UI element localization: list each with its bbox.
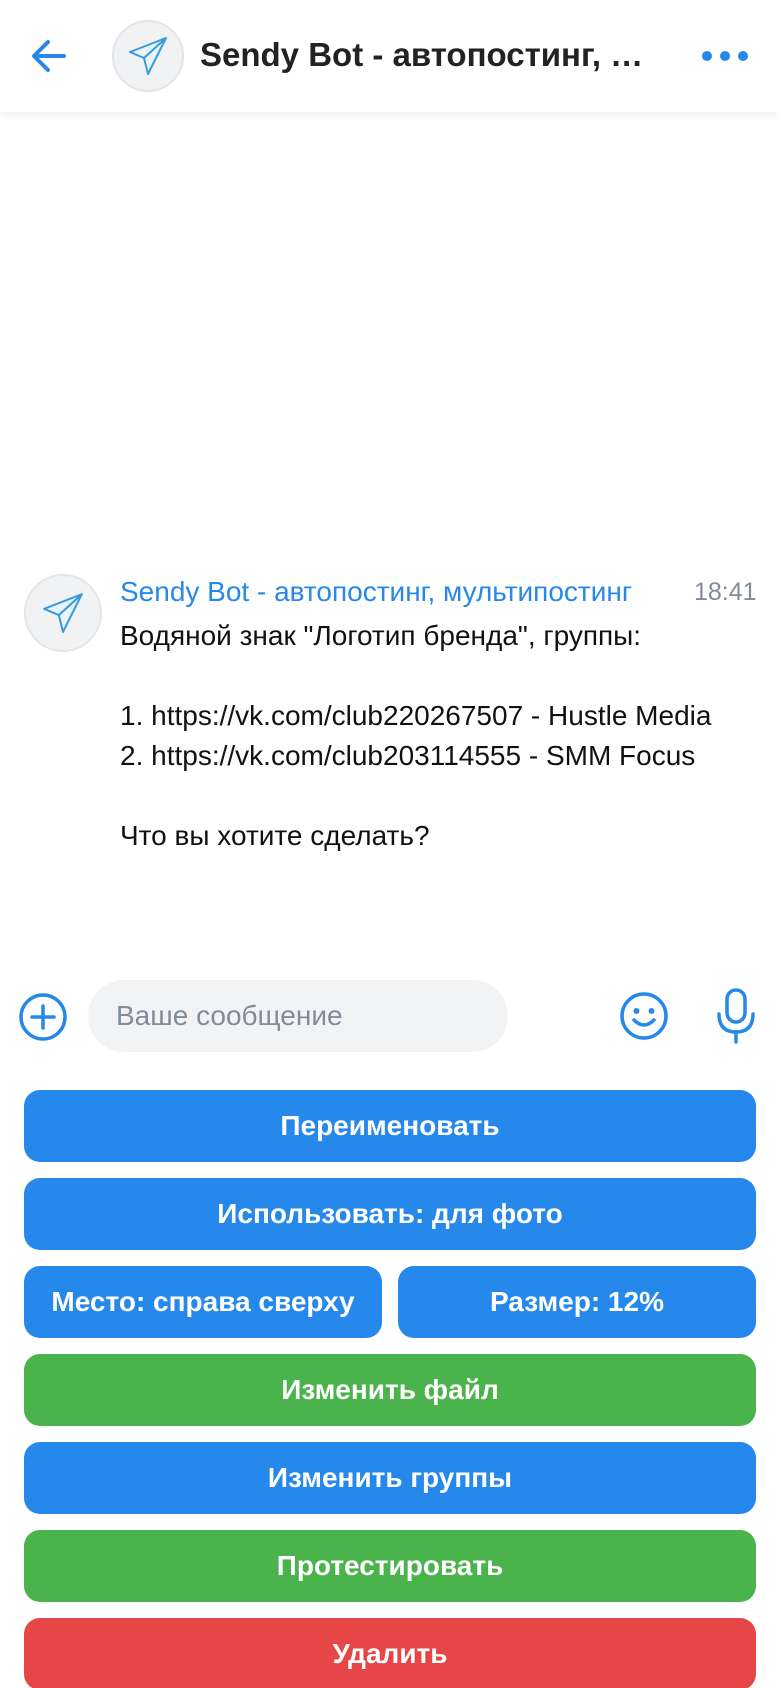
message-line: Водяной знак "Логотип бренда", группы:: [120, 620, 642, 651]
message-line: Что вы хотите сделать?: [120, 820, 430, 851]
arrow-left-icon: [32, 40, 66, 72]
mic-button[interactable]: [714, 986, 758, 1046]
change-groups-button[interactable]: Изменить группы: [24, 1442, 756, 1514]
chat-title[interactable]: Sendy Bot - автопостинг, мультипостинг: [200, 36, 660, 74]
message-input[interactable]: [88, 980, 508, 1052]
paper-plane-icon: [43, 593, 83, 633]
message-line: 1. https://vk.com/club220267507 - Hustle…: [120, 700, 712, 731]
message-text: Водяной знак "Логотип бренда", группы: 1…: [120, 616, 760, 856]
size-button[interactable]: Размер: 12%: [398, 1266, 756, 1338]
smile-icon: [620, 992, 668, 1040]
message-time: 18:41: [694, 578, 757, 606]
delete-button[interactable]: Удалить: [24, 1618, 756, 1688]
composer: [0, 978, 780, 1054]
paper-plane-icon: [129, 37, 167, 75]
more-horizontal-icon: [702, 51, 748, 61]
emoji-button[interactable]: [618, 990, 670, 1042]
use-for-button[interactable]: Использовать: для фото: [24, 1178, 756, 1250]
change-file-button[interactable]: Изменить файл: [24, 1354, 756, 1426]
rename-button[interactable]: Переименовать: [24, 1090, 756, 1162]
message-avatar[interactable]: [24, 574, 102, 652]
more-button[interactable]: [698, 38, 752, 74]
message-sender[interactable]: Sendy Bot - автопостинг, мультипостинг: [120, 576, 680, 608]
add-circle-icon: [19, 993, 67, 1041]
header-avatar[interactable]: [112, 20, 184, 92]
chat-header: Sendy Bot - автопостинг, мультипостинг: [0, 0, 780, 112]
back-button[interactable]: [24, 28, 80, 84]
attach-button[interactable]: [18, 992, 68, 1042]
chat-screen: Sendy Bot - автопостинг, мультипостинг S…: [0, 0, 780, 1688]
message-line: 2. https://vk.com/club203114555 - SMM Fo…: [120, 740, 696, 771]
message-line: [120, 656, 760, 696]
microphone-icon: [717, 988, 755, 1044]
test-button[interactable]: Протестировать: [24, 1530, 756, 1602]
position-button[interactable]: Место: справа сверху: [24, 1266, 382, 1338]
message-line: [120, 776, 760, 816]
